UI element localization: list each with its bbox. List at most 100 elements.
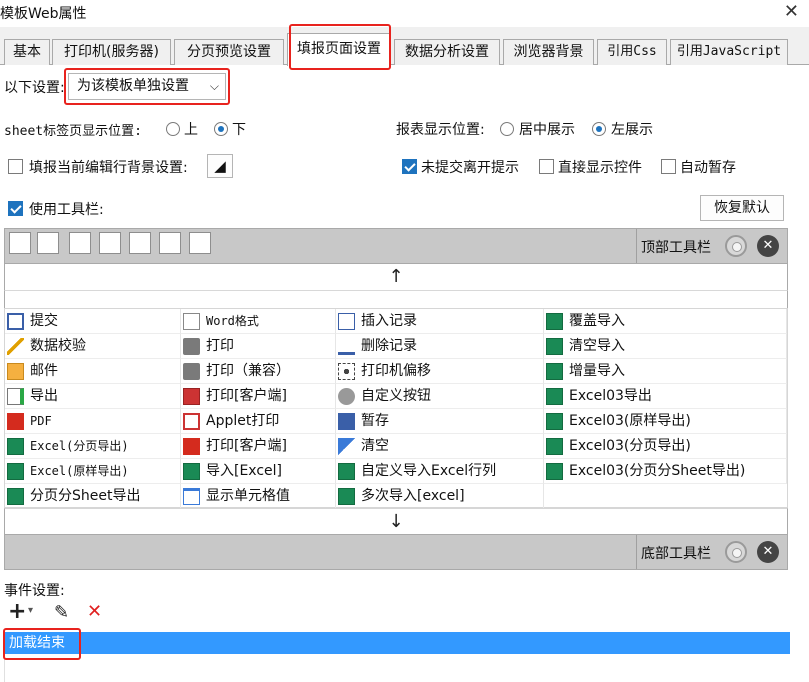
button-overwrite-import[interactable]: 覆盖导入 — [544, 309, 787, 334]
button-applet-print[interactable]: Applet打印 — [181, 409, 336, 434]
bottom-toolbar-close-icon[interactable]: ✕ — [757, 541, 779, 563]
chevron-down-icon[interactable]: ▾ — [28, 605, 33, 616]
chevron-down-icon: ⌵ — [209, 79, 219, 93]
button-page-sheet-export[interactable]: 分页分Sheet导出 — [5, 484, 181, 509]
close-icon[interactable]: ✕ — [784, 1, 799, 22]
tab-printer-server[interactable]: 打印机(服务器) — [52, 39, 171, 65]
button-multi-import[interactable]: 多次导入[excel] — [336, 484, 544, 509]
edit-icon[interactable]: ✎ — [54, 602, 69, 623]
report-position-left-radio[interactable] — [592, 122, 606, 136]
button-word[interactable]: Word格式 — [181, 309, 336, 334]
button-label: 邮件 — [30, 363, 58, 379]
paint-bucket-icon[interactable]: ◢ — [207, 154, 233, 178]
button-submit[interactable]: 提交 — [5, 309, 181, 334]
button-print-client[interactable]: 打印[客户端] — [181, 384, 336, 409]
button-delete-record[interactable]: 删除记录 — [336, 334, 544, 359]
button-label: 打印（兼容） — [206, 363, 290, 379]
button-print-client-pdf[interactable]: 打印[客户端] — [181, 434, 336, 459]
sheet-position-bottom-radio[interactable] — [214, 122, 228, 136]
tab-javascript[interactable]: 引用JavaScript — [670, 39, 788, 65]
button-label: 打印[客户端] — [206, 388, 287, 404]
button-label: 清空导入 — [569, 338, 625, 354]
export-icon[interactable] — [99, 232, 121, 254]
button-label: 导入[Excel] — [206, 463, 283, 479]
button-import-excel[interactable]: 导入[Excel] — [181, 459, 336, 484]
event-item-label: 加载结束 — [9, 635, 65, 651]
temp-save-icon — [338, 413, 355, 430]
direct-display-checkbox[interactable] — [539, 159, 554, 174]
excel-icon — [546, 388, 563, 405]
button-excel03-export[interactable]: Excel03导出 — [544, 384, 787, 409]
bottom-toolbar-gear-icon[interactable] — [725, 541, 747, 563]
bottom-toolbar: 底部工具栏 ✕ — [4, 534, 788, 570]
tab-fill-page-settings[interactable]: 填报页面设置 — [287, 33, 391, 66]
button-custom-import[interactable]: 自定义导入Excel行列 — [336, 459, 544, 484]
button-insert-record[interactable]: 插入记录 — [336, 309, 544, 334]
insert-icon[interactable] — [159, 232, 181, 254]
tab-data-analysis[interactable]: 数据分析设置 — [394, 39, 500, 65]
button-mail[interactable]: 邮件 — [5, 359, 181, 384]
button-label: Excel(分页导出) — [30, 439, 129, 453]
report-position-label: 报表显示位置: — [396, 122, 485, 138]
excel-icon — [7, 488, 24, 505]
mail-icon[interactable] — [129, 232, 151, 254]
button-label: Excel(原样导出) — [30, 464, 129, 478]
scope-label: 以下设置: — [4, 80, 65, 96]
button-excel03-page[interactable]: Excel03(分页导出) — [544, 434, 787, 459]
excel-icon — [338, 488, 355, 505]
excel-icon — [546, 338, 563, 355]
button-label: 覆盖导入 — [569, 313, 625, 329]
button-show-cell-value[interactable]: 显示单元格值 — [181, 484, 336, 509]
sheet-position-top-radio[interactable] — [166, 122, 180, 136]
excel-icon — [546, 313, 563, 330]
button-temp-save[interactable]: 暂存 — [336, 409, 544, 434]
button-print[interactable]: 打印 — [181, 334, 336, 359]
button-export[interactable]: 导出 — [5, 384, 181, 409]
button-label: 多次导入[excel] — [361, 488, 465, 504]
button-label: PDF — [30, 414, 52, 428]
restore-default-button[interactable]: 恢复默认 — [700, 195, 784, 221]
tab-page-preview[interactable]: 分页预览设置 — [174, 39, 284, 65]
button-label: 分页分Sheet导出 — [30, 488, 141, 504]
report-position-center-label: 居中展示 — [519, 122, 575, 138]
button-clear[interactable]: 清空 — [336, 434, 544, 459]
tab-browser-background[interactable]: 浏览器背景 — [503, 39, 594, 65]
excel-icon — [7, 463, 24, 480]
button-incremental-import[interactable]: 增量导入 — [544, 359, 787, 384]
sheet-position-bottom-label: 下 — [232, 122, 246, 138]
tab-css[interactable]: 引用Css — [597, 39, 667, 65]
auto-save-checkbox[interactable] — [661, 159, 676, 174]
mail-icon — [7, 363, 24, 380]
add-icon[interactable]: + — [8, 599, 26, 624]
move-up-icon[interactable]: ↑ — [4, 264, 788, 290]
button-custom[interactable]: 自定义按钮 — [336, 384, 544, 409]
scope-select[interactable]: 为该模板单独设置 ⌵ — [68, 73, 226, 100]
save-icon[interactable] — [9, 232, 31, 254]
check-icon[interactable] — [37, 232, 59, 254]
print-icon — [183, 338, 200, 355]
event-item-load-complete[interactable]: 加载结束 — [5, 632, 790, 654]
cell-icon[interactable] — [189, 232, 211, 254]
button-excel-page[interactable]: Excel(分页导出) — [5, 434, 181, 459]
button-data-check[interactable]: 数据校验 — [5, 334, 181, 359]
tab-basic[interactable]: 基本 — [4, 39, 50, 65]
delete-icon[interactable]: ✕ — [87, 601, 102, 622]
use-toolbar-checkbox[interactable] — [8, 201, 23, 216]
excel-icon — [546, 463, 563, 480]
button-print-compat[interactable]: 打印（兼容） — [181, 359, 336, 384]
top-toolbar-close-icon[interactable]: ✕ — [757, 235, 779, 257]
top-toolbar-gear-icon[interactable] — [725, 235, 747, 257]
move-down-icon[interactable]: ↓ — [4, 508, 788, 534]
unsubmitted-prompt-checkbox[interactable] — [402, 159, 417, 174]
bg-setting-checkbox[interactable] — [8, 159, 23, 174]
button-excel03-page-sheet[interactable]: Excel03(分页分Sheet导出) — [544, 459, 787, 484]
report-position-center-radio[interactable] — [500, 122, 514, 136]
button-excel03-original[interactable]: Excel03(原样导出) — [544, 409, 787, 434]
print-icon[interactable] — [69, 232, 91, 254]
button-printer-offset[interactable]: 打印机偏移 — [336, 359, 544, 384]
button-excel-original[interactable]: Excel(原样导出) — [5, 459, 181, 484]
button-clear-import[interactable]: 清空导入 — [544, 334, 787, 359]
button-pdf[interactable]: PDF — [5, 409, 181, 434]
check-icon — [7, 338, 24, 355]
title-bar: 模板Web属性 ✕ — [0, 0, 809, 27]
